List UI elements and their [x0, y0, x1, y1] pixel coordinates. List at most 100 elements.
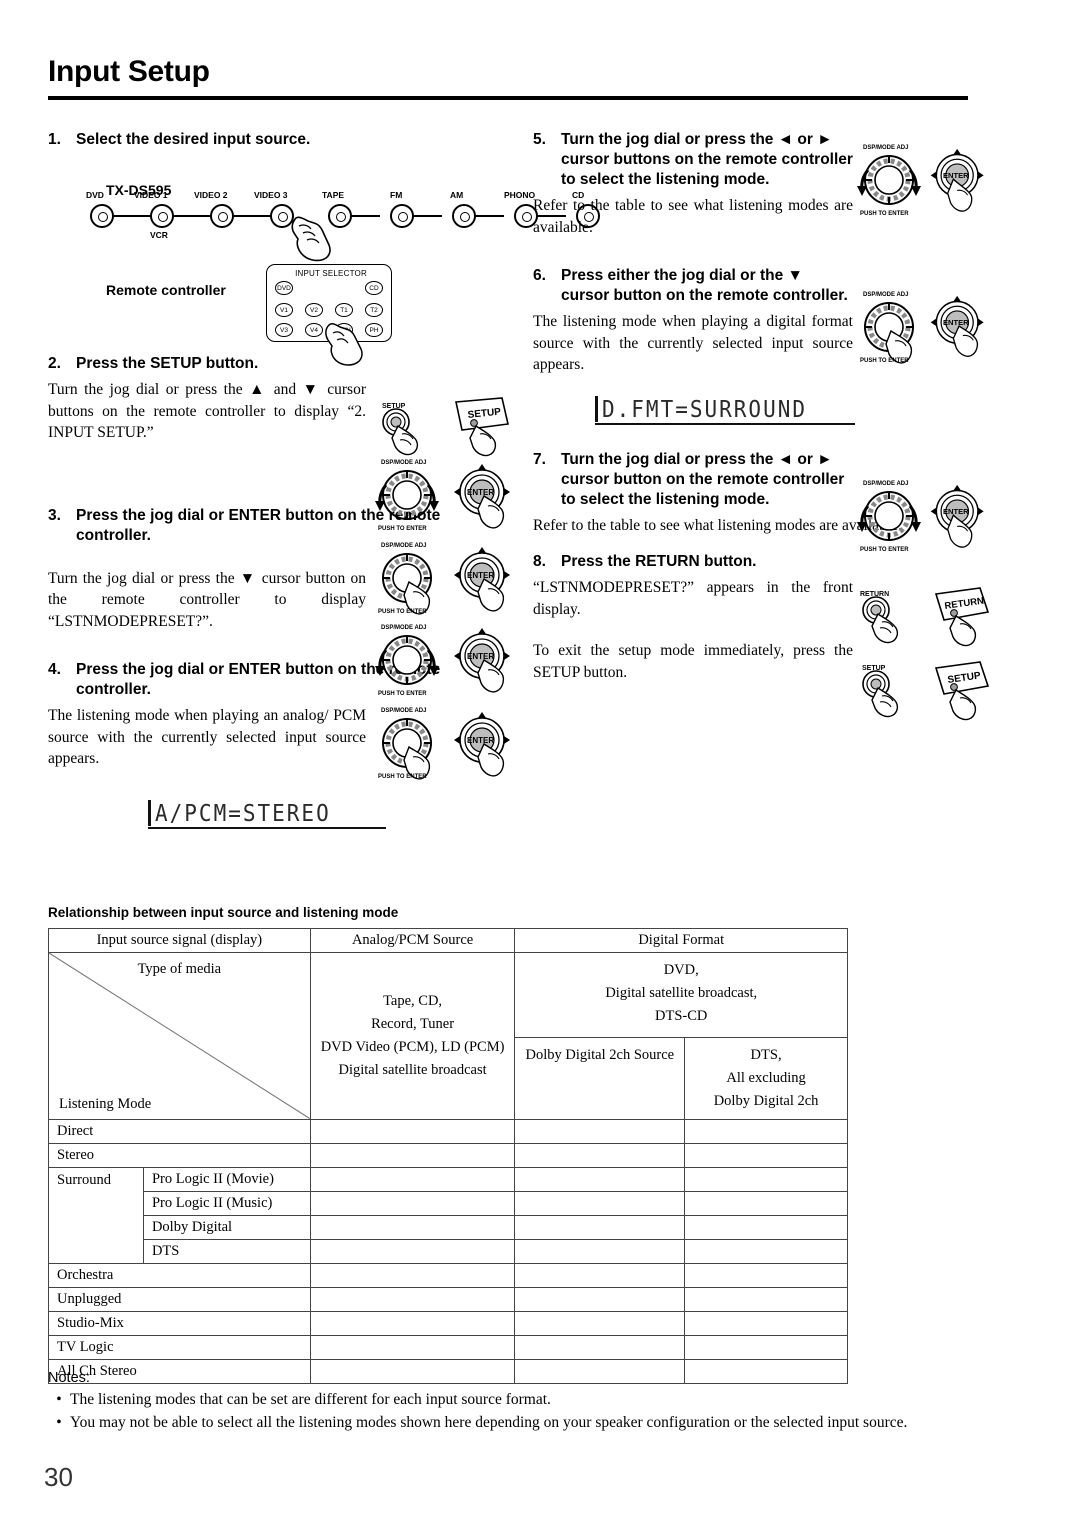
selector-label-vcr: VCR [150, 230, 168, 240]
step-5-heading: 5. Turn the jog dial or press the ◄ or ►… [533, 130, 853, 190]
note-item-1: • The listening modes that can be set ar… [48, 1389, 948, 1410]
cell-dd2ch-orchestra[interactable] [514, 1262, 686, 1288]
corner-bottom-label: Listening Mode [59, 1095, 152, 1112]
step-7-title: Turn the jog dial or press the ◄ or ► cu… [561, 450, 845, 508]
cell-dts-orchestra[interactable] [684, 1262, 848, 1288]
remote-button-cd[interactable]: CD [365, 281, 383, 295]
svg-text:ENTER: ENTER [943, 171, 969, 180]
cell-dts-dts[interactable] [684, 1238, 848, 1264]
cell-analog-dts[interactable] [309, 1238, 516, 1264]
table-corner-cell: Type of media Listening Mode [48, 952, 311, 1120]
page-title: Input Setup [48, 55, 210, 88]
selector-knob-dvd[interactable] [90, 204, 114, 228]
manual-page: Input Setup 1. Select the desired input … [0, 0, 1080, 1528]
cell-dd2ch-plii-music[interactable] [514, 1190, 686, 1216]
media-dts-cell: DTS, All excluding Dolby Digital 2ch [685, 1037, 847, 1119]
notes-heading: Notes: [48, 1370, 90, 1386]
svg-text:PUSH TO ENTER: PUSH TO ENTER [860, 211, 909, 217]
remote-button-v3[interactable]: V3 [275, 323, 293, 337]
cell-analog-plii-movie[interactable] [309, 1166, 516, 1192]
svg-text:PUSH TO ENTER: PUSH TO ENTER [378, 691, 427, 697]
selector-knob-row: DVD VIDEO 1 VCR VIDEO 2 VIDEO 3 TAPE FM … [86, 190, 600, 262]
media-dts-line-1: DTS, [750, 1046, 782, 1063]
cell-dts-direct[interactable] [684, 1118, 848, 1144]
cell-dts-plii-music[interactable] [684, 1190, 848, 1216]
svg-text:ENTER: ENTER [943, 318, 969, 327]
illustration-enter-button-5: ENTER [925, 146, 995, 216]
media-digital-line-1: DVD, [663, 962, 699, 978]
display-analog-pcm: A/PCM=STEREO [148, 796, 388, 830]
cell-dd2ch-plii-movie[interactable] [514, 1166, 686, 1192]
relationship-table: Input source signal (display) Analog/PCM… [48, 928, 848, 1384]
mode-label-stereo: Stereo [48, 1142, 311, 1168]
illustration-jog-dial-rotate-5: DSP/MODE ADJ PUSH TO ENTER [850, 140, 928, 218]
cell-analog-unplugged[interactable] [309, 1286, 516, 1312]
illustration-jog-dial-rotate-7: DSP/MODE ADJ PUSH TO ENTER [850, 476, 928, 554]
remote-button-dvd[interactable]: DVD [275, 281, 293, 295]
bullet-icon: • [56, 1391, 62, 1408]
table-row: Orchestra [48, 1262, 848, 1288]
cell-analog-stereo[interactable] [309, 1142, 516, 1168]
selector-knob-fm[interactable] [390, 204, 414, 228]
svg-text:PUSH TO ENTER: PUSH TO ENTER [378, 774, 427, 780]
step-6-number: 6. [533, 267, 546, 284]
cell-dd2ch-direct[interactable] [514, 1118, 686, 1144]
selector-label-tape: TAPE [322, 190, 345, 200]
svg-text:ENTER: ENTER [467, 652, 494, 661]
cell-analog-dolby-digital[interactable] [309, 1214, 516, 1240]
step-6-title: Press either the jog dial or the ▼ curso… [561, 267, 848, 304]
remote-controller-label: Remote controller [106, 282, 226, 298]
step-6-body: The listening mode when playing a digita… [533, 313, 853, 373]
note-item-1-text: The listening modes that can be set are … [70, 1391, 551, 1408]
media-analog-line-2: Record, Tuner [371, 1015, 455, 1032]
media-digital-top-cell: DVD, Digital satellite broadcast, DTS-CD [515, 953, 847, 1038]
page-number: 30 [44, 1462, 73, 1492]
media-analog-line-1: Tape, CD, [383, 992, 443, 1009]
step-1: 1. Select the desired input source. [48, 130, 518, 150]
cell-analog-studio-mix[interactable] [309, 1310, 516, 1336]
cell-dts-unplugged[interactable] [684, 1286, 848, 1312]
svg-text:PUSH TO ENTER: PUSH TO ENTER [860, 358, 909, 364]
cell-dd2ch-studio-mix[interactable] [514, 1310, 686, 1336]
jog-bottom-label: PUSH TO ENTER [378, 526, 427, 532]
cell-dd2ch-unplugged[interactable] [514, 1286, 686, 1312]
cell-dts-dolby-digital[interactable] [684, 1214, 848, 1240]
cell-analog-plii-music[interactable] [309, 1190, 516, 1216]
step-8-title: Press the RETURN button. [561, 553, 757, 570]
mode-label-plii-music: Pro Logic II (Music) [142, 1190, 311, 1216]
selector-knob-video2[interactable] [210, 204, 234, 228]
remote-button-v1[interactable]: V1 [275, 303, 293, 317]
illustration-jog-dial-push-6: DSP/MODE ADJ PUSH TO ENTER [850, 287, 928, 365]
note-item-2-text: You may not be able to select all the li… [70, 1414, 908, 1431]
header-analog-pcm: Analog/PCM Source [309, 928, 516, 953]
cell-dts-plii-movie[interactable] [684, 1166, 848, 1192]
selector-label-dvd: DVD [86, 190, 104, 200]
cell-analog-tv-logic[interactable] [309, 1334, 516, 1360]
media-dd2ch-cell: Dolby Digital 2ch Source [515, 1037, 686, 1119]
table-row: TV Logic [48, 1334, 848, 1360]
step-8-number: 8. [533, 553, 546, 570]
mode-label-unplugged: Unplugged [48, 1286, 311, 1312]
svg-text:ENTER: ENTER [467, 571, 494, 580]
step-2-number: 2. [48, 355, 61, 372]
selector-knob-video1[interactable] [150, 204, 174, 228]
table-row: Pro Logic II (Music) [49, 1190, 848, 1216]
cell-dd2ch-stereo[interactable] [514, 1142, 686, 1168]
media-analog-pcm-cell: Tape, CD, Record, Tuner DVD Video (PCM),… [309, 952, 516, 1120]
cell-dts-tv-logic[interactable] [684, 1334, 848, 1360]
cell-analog-orchestra[interactable] [309, 1262, 516, 1288]
notes-section: Notes: • The listening modes that can be… [48, 1370, 948, 1435]
step-8-heading: 8. Press the RETURN button. [533, 552, 979, 572]
step-7-number: 7. [533, 450, 546, 468]
display-left-edge [595, 395, 598, 422]
illustration-setup-button: SETUP [378, 400, 438, 458]
cell-analog-direct[interactable] [309, 1118, 516, 1144]
media-analog-line-3: DVD Video (PCM), LD (PCM) [320, 1038, 505, 1055]
selector-label-video2: VIDEO 2 [194, 190, 228, 200]
cell-dd2ch-tv-logic[interactable] [514, 1334, 686, 1360]
cell-dd2ch-dts[interactable] [514, 1238, 686, 1264]
selector-knob-am[interactable] [452, 204, 476, 228]
cell-dd2ch-dolby-digital[interactable] [514, 1214, 686, 1240]
cell-dts-stereo[interactable] [684, 1142, 848, 1168]
cell-dts-studio-mix[interactable] [684, 1310, 848, 1336]
